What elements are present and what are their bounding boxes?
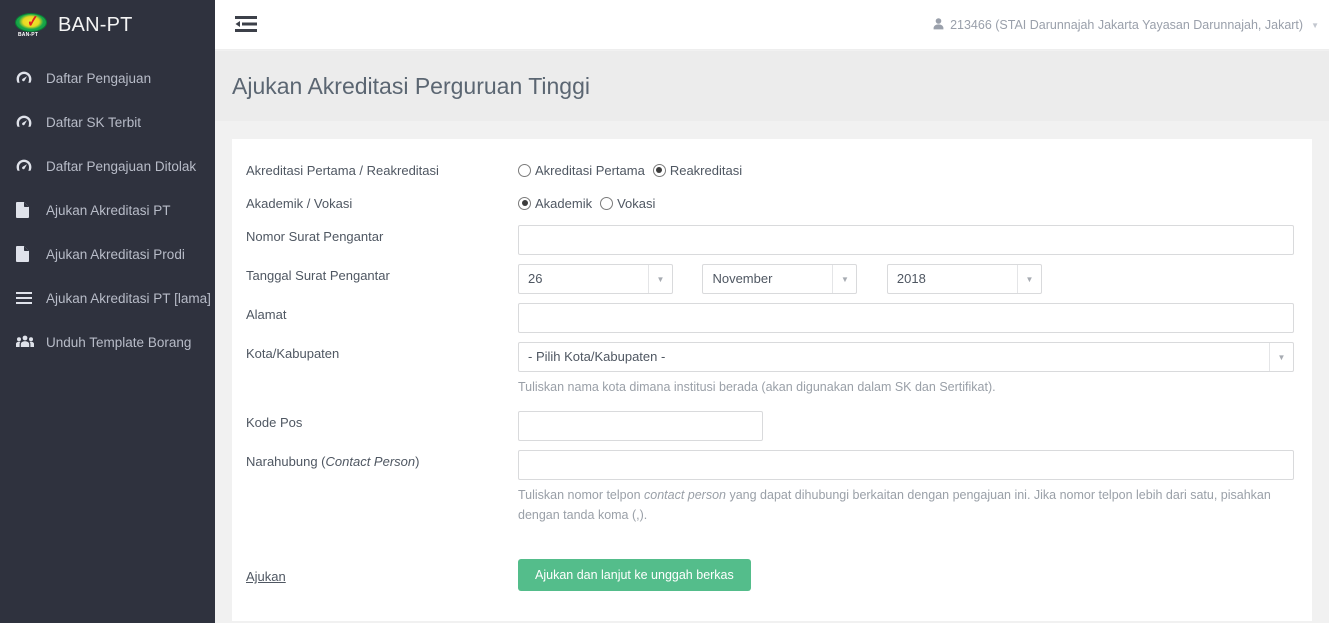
radio-label: Vokasi	[617, 195, 656, 211]
sidebar-nav: Daftar Pengajuan Daftar SK Terbit Daftar…	[0, 50, 215, 364]
radio-circle	[600, 196, 614, 210]
form-row-postal-code: Kode Pos	[232, 411, 1312, 442]
contact-person-label-main: Narahubung (	[246, 454, 326, 470]
topbar: 213466 (STAI Darunnajah Jakarta Yayasan …	[215, 0, 1329, 50]
sidebar: ✓ BAN-PT BAN-PT Daftar Pengajuan Daftar …	[0, 0, 215, 623]
radio-label: Akreditasi Pertama	[535, 162, 645, 178]
dashboard-icon	[16, 158, 38, 174]
form-row-letter-number: Nomor Surat Pengantar	[232, 225, 1312, 255]
letter-number-label: Nomor Surat Pengantar	[246, 229, 384, 244]
city-label: Kota/Kabupaten	[246, 346, 340, 361]
logo-caption: BAN-PT	[18, 32, 39, 38]
form-row-accreditation-type: Akreditasi Pertama / Reakreditasi Akredi…	[232, 159, 1312, 181]
page-title: Ajukan Akreditasi Perguruan Tinggi	[232, 72, 590, 99]
contact-person-help-text: Tuliskan nomor telpon contact person yan…	[518, 486, 1294, 525]
users-icon	[16, 334, 38, 350]
sidebar-item-label: Daftar Pengajuan	[46, 70, 152, 86]
chevron-down-icon: ▼	[648, 265, 672, 293]
address-input[interactable]	[518, 303, 1294, 333]
sidebar-item-ajukan-akreditasi-prodi[interactable]: Ajukan Akreditasi Prodi	[0, 232, 215, 276]
address-label: Alamat	[246, 307, 287, 322]
radio-vokasi[interactable]: Vokasi	[600, 196, 655, 211]
city-select-value: - Pilih Kota/Kabupaten -	[528, 349, 666, 364]
dashboard-icon	[16, 114, 38, 130]
form-row-letter-date: Tanggal Surat Pengantar 26 ▼ November ▼ …	[232, 264, 1312, 294]
letter-date-label: Tanggal Surat Pengantar	[246, 268, 390, 283]
sidebar-collapse-icon[interactable]	[229, 11, 263, 39]
radio-reakreditasi[interactable]: Reakreditasi	[652, 162, 743, 178]
file-icon	[16, 246, 38, 262]
brand-title: BAN-PT	[58, 13, 133, 36]
chevron-down-icon: ▼	[832, 265, 856, 293]
chevron-down-icon: ▼	[1016, 265, 1041, 293]
radio-label: Reakreditasi	[669, 162, 743, 178]
list-icon	[16, 290, 38, 306]
contact-person-label: Narahubung (Contact Person)	[246, 450, 518, 469]
form-panel: Akreditasi Pertama / Reakreditasi Akredi…	[232, 139, 1312, 621]
letter-date-day-select[interactable]: 26 ▼	[518, 264, 673, 294]
radio-circle-selected	[518, 196, 531, 210]
form-row-address: Alamat	[232, 303, 1312, 333]
sidebar-item-label: Ajukan Akreditasi PT	[46, 202, 171, 218]
city-help-text: Tuliskan nama kota dimana institusi bera…	[518, 380, 996, 394]
sidebar-item-daftar-pengajuan[interactable]: Daftar Pengajuan	[0, 56, 215, 100]
contact-person-label-em: Contact Person	[325, 454, 416, 470]
page-header: Ajukan Akreditasi Perguruan Tinggi	[215, 51, 1329, 121]
form-row-city: Kota/Kabupaten - Pilih Kota/Kabupaten - …	[232, 342, 1312, 397]
letter-number-input[interactable]	[518, 225, 1294, 255]
sidebar-item-unduh-template-borang[interactable]: Unduh Template Borang	[0, 320, 215, 364]
radio-circle	[518, 163, 531, 177]
radio-akreditasi-pertama[interactable]: Akreditasi Pertama	[518, 163, 645, 178]
sidebar-item-label: Ajukan Akreditasi Prodi	[46, 246, 185, 262]
content-area: Akreditasi Pertama / Reakreditasi Akredi…	[215, 121, 1329, 623]
program-type-label: Akademik / Vokasi	[246, 196, 353, 211]
file-icon	[16, 202, 38, 218]
sidebar-item-ajukan-akreditasi-pt-lama[interactable]: Ajukan Akreditasi PT [lama]	[0, 276, 215, 320]
form-row-submit: Ajukan Ajukan dan lanjut ke unggah berka…	[232, 559, 1312, 592]
contact-person-label-tail: )	[415, 454, 420, 470]
user-icon	[933, 17, 944, 33]
radio-akademik[interactable]: Akademik	[518, 196, 592, 211]
letter-date-month-select[interactable]: November ▼	[702, 264, 858, 294]
radio-circle-selected	[652, 163, 666, 177]
chevron-down-icon: ▼	[1269, 343, 1293, 371]
user-label: 213466 (STAI Darunnajah Jakarta Yayasan …	[950, 18, 1304, 32]
help-part-a: Tuliskan nomor telpon	[518, 488, 644, 503]
city-select[interactable]: - Pilih Kota/Kabupaten - ▼	[518, 342, 1294, 372]
submit-and-upload-button[interactable]: Ajukan dan lanjut ke unggah berkas	[518, 559, 751, 592]
contact-person-input[interactable]	[518, 450, 1294, 481]
form-row-contact-person: Narahubung (Contact Person) Tuliskan nom…	[232, 450, 1312, 525]
letter-date-year-select[interactable]: 2018 ▼	[886, 264, 1042, 294]
sidebar-item-daftar-pengajuan-ditolak[interactable]: Daftar Pengajuan Ditolak	[0, 144, 215, 188]
dashboard-icon	[16, 70, 38, 86]
postal-code-input[interactable]	[518, 411, 763, 442]
user-menu[interactable]: 213466 (STAI Darunnajah Jakarta Yayasan …	[933, 0, 1325, 50]
sidebar-item-label: Ajukan Akreditasi PT [lama]	[46, 290, 211, 306]
sidebar-item-daftar-sk-terbit[interactable]: Daftar SK Terbit	[0, 100, 215, 144]
radio-label: Akademik	[535, 195, 593, 211]
sidebar-item-label: Daftar SK Terbit	[46, 114, 142, 130]
postal-code-label: Kode Pos	[246, 415, 303, 431]
sidebar-item-label: Daftar Pengajuan Ditolak	[46, 158, 197, 174]
ban-pt-oval-logo-icon: ✓ BAN-PT	[14, 12, 48, 38]
program-type-radio-group: Akademik Vokasi	[518, 192, 1294, 214]
help-part-em: contact person	[644, 488, 726, 503]
sidebar-item-label: Unduh Template Borang	[46, 334, 192, 350]
submit-section-label[interactable]: Ajukan	[246, 559, 518, 584]
brand-header[interactable]: ✓ BAN-PT BAN-PT	[0, 0, 215, 50]
form-row-program-type: Akademik / Vokasi Akademik Vokasi	[232, 192, 1312, 214]
chevron-down-icon: ▼	[1311, 20, 1319, 30]
accreditation-type-radio-group: Akreditasi Pertama Reakreditasi	[518, 159, 1294, 181]
sidebar-item-ajukan-akreditasi-pt[interactable]: Ajukan Akreditasi PT	[0, 188, 215, 232]
accreditation-type-label: Akreditasi Pertama / Reakreditasi	[246, 163, 439, 178]
